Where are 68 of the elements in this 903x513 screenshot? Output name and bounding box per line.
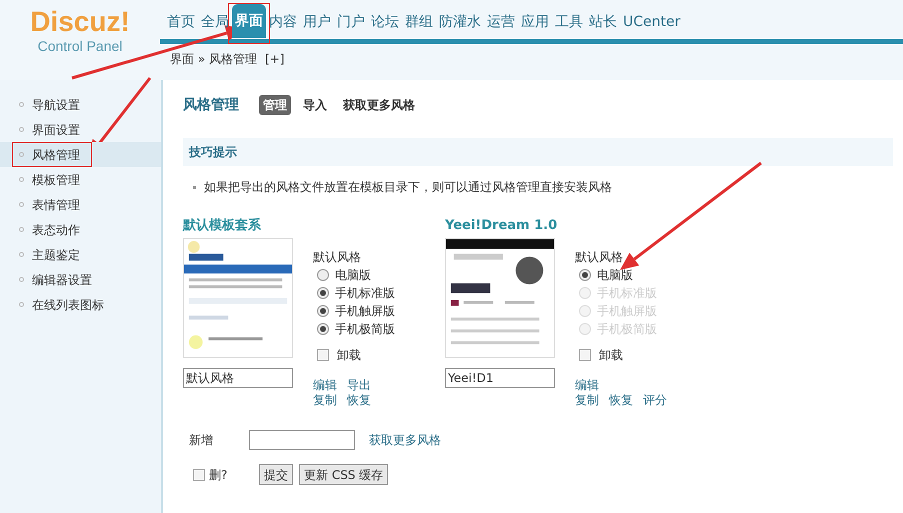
style-name: 默认模板套系 bbox=[183, 216, 261, 234]
checkbox[interactable] bbox=[579, 349, 591, 361]
checkbox[interactable] bbox=[193, 468, 205, 480]
page-tab[interactable]: 管理 bbox=[259, 95, 291, 115]
tips-title: 技巧提示 bbox=[189, 144, 237, 161]
more-styles-link[interactable]: 获取更多风格 bbox=[369, 431, 441, 449]
sidebar-item[interactable]: 风格管理 bbox=[0, 142, 161, 167]
action-link[interactable]: 复制 bbox=[575, 393, 599, 408]
radio-button[interactable] bbox=[579, 269, 591, 281]
action-link[interactable]: 恢复 bbox=[609, 393, 633, 408]
action-link[interactable]: 编辑 bbox=[575, 378, 599, 393]
nav-tab[interactable]: 界面 bbox=[232, 4, 266, 38]
add-shortcut-link[interactable]: [+] bbox=[264, 50, 284, 68]
form-button[interactable]: 提交 bbox=[259, 464, 293, 485]
nav-tab[interactable]: 首页 bbox=[164, 5, 198, 39]
action-link[interactable]: 导出 bbox=[347, 378, 371, 393]
sidebar-item[interactable]: 导航设置 bbox=[0, 92, 161, 117]
sidebar-item[interactable]: 编辑器设置 bbox=[0, 267, 161, 292]
nav-tab[interactable]: 运营 bbox=[484, 5, 518, 39]
radio-label: 手机标准版 bbox=[335, 285, 395, 302]
radio-label: 手机极简版 bbox=[335, 321, 395, 338]
breadcrumb: 界面 » 风格管理 bbox=[170, 51, 257, 68]
sidebar-item[interactable]: 主题鉴定 bbox=[0, 242, 161, 267]
style-name: Yeei!Dream 1.0 bbox=[445, 217, 558, 234]
action-link[interactable]: 恢复 bbox=[347, 393, 371, 408]
action-link[interactable]: 复制 bbox=[313, 393, 337, 408]
action-link[interactable]: 编辑 bbox=[313, 378, 337, 393]
uninstall-label: 卸载 bbox=[337, 347, 361, 364]
nav-tab[interactable]: 门户 bbox=[334, 5, 368, 39]
radio-button[interactable] bbox=[317, 305, 329, 317]
nav-tab[interactable]: 论坛 bbox=[368, 5, 402, 39]
logo-subtitle: Control Panel bbox=[38, 37, 122, 56]
nav-tab[interactable]: 站长 bbox=[586, 5, 620, 39]
nav-tab[interactable]: 工具 bbox=[552, 5, 586, 39]
radio-button[interactable] bbox=[317, 287, 329, 299]
radio-label: 电脑版 bbox=[597, 267, 633, 284]
default-style-label: 默认风格 bbox=[313, 249, 361, 266]
action-link[interactable]: 评分 bbox=[643, 393, 667, 408]
nav-tab[interactable]: 内容 bbox=[266, 5, 300, 39]
radio-button[interactable] bbox=[317, 269, 329, 281]
nav-tab[interactable]: 防灌水 bbox=[436, 5, 484, 39]
sidebar-item[interactable]: 模板管理 bbox=[0, 167, 161, 192]
logo-title: Discuz! bbox=[30, 8, 130, 36]
page-title: 风格管理 bbox=[183, 96, 239, 114]
uninstall-label: 卸载 bbox=[599, 347, 623, 364]
tip-text: 如果把导出的风格文件放置在模板目录下，则可以通过风格管理直接安装风格 bbox=[204, 179, 612, 196]
sidebar-item[interactable]: 表态动作 bbox=[0, 217, 161, 242]
radio-button[interactable] bbox=[317, 323, 329, 335]
style-name-field[interactable]: 默认风格 bbox=[183, 368, 293, 388]
checkbox[interactable] bbox=[317, 349, 329, 361]
radio-label: 电脑版 bbox=[335, 267, 371, 284]
sidebar-item[interactable]: 在线列表图标 bbox=[0, 292, 161, 317]
page-tab[interactable]: 导入 bbox=[299, 95, 331, 115]
add-style-field[interactable] bbox=[249, 430, 355, 450]
nav-tab[interactable]: 应用 bbox=[518, 5, 552, 39]
page-tab[interactable]: 获取更多风格 bbox=[339, 95, 419, 115]
nav-tab[interactable]: 群组 bbox=[402, 5, 436, 39]
radio-label: 手机触屏版 bbox=[335, 303, 395, 320]
add-label: 新增 bbox=[189, 432, 214, 449]
form-button[interactable]: 更新 CSS 缓存 bbox=[299, 464, 388, 485]
nav-tab[interactable]: 全局 bbox=[198, 5, 232, 39]
sidebar-item[interactable]: 表情管理 bbox=[0, 192, 161, 217]
style-name-field[interactable]: Yeei!D1 bbox=[445, 368, 555, 388]
nav-tab[interactable]: 用户 bbox=[300, 5, 334, 39]
sidebar-item[interactable]: 界面设置 bbox=[0, 117, 161, 142]
default-style-label: 默认风格 bbox=[575, 249, 623, 266]
nav-tab[interactable]: UCenter bbox=[620, 5, 684, 39]
delete-label: 删? bbox=[209, 466, 228, 484]
